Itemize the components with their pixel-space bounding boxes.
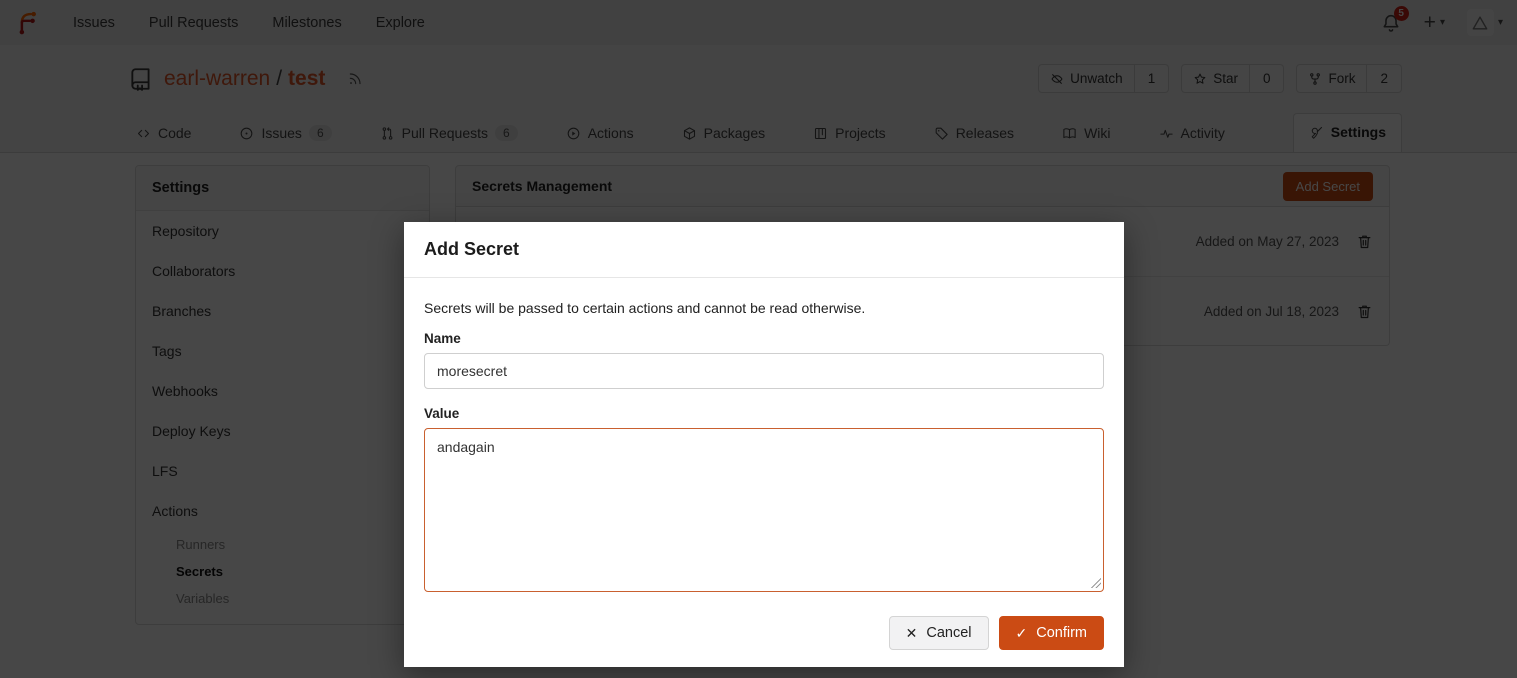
- modal-description: Secrets will be passed to certain action…: [424, 300, 1104, 316]
- name-field-label: Name: [424, 331, 1104, 346]
- x-icon: ✕: [906, 626, 918, 640]
- secret-name-input[interactable]: [424, 353, 1104, 389]
- screen: Issues Pull Requests Milestones Explore …: [0, 0, 1517, 678]
- modal-title: Add Secret: [424, 239, 519, 259]
- check-icon: ✓: [1016, 626, 1028, 640]
- value-field-label: Value: [424, 406, 1104, 421]
- add-secret-modal: Add Secret Secrets will be passed to cer…: [404, 222, 1124, 667]
- modal-header: Add Secret: [404, 222, 1124, 278]
- modal-footer: ✕ Cancel ✓ Confirm: [404, 598, 1124, 667]
- secret-value-textarea[interactable]: andagain: [424, 428, 1104, 592]
- modal-body: Secrets will be passed to certain action…: [404, 278, 1124, 598]
- confirm-button[interactable]: ✓ Confirm: [999, 616, 1105, 650]
- cancel-button[interactable]: ✕ Cancel: [889, 616, 989, 650]
- confirm-label: Confirm: [1036, 625, 1087, 641]
- cancel-label: Cancel: [926, 625, 971, 641]
